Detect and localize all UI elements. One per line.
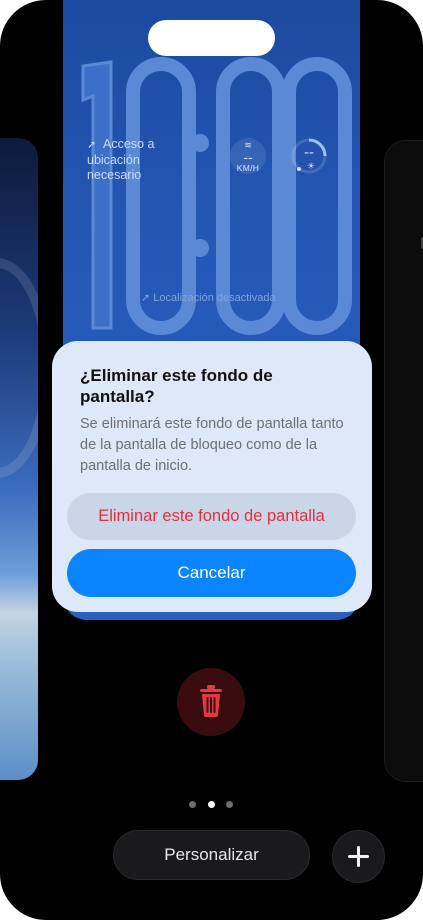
dynamic-island [148,20,275,56]
wind-unit: KM/H [236,163,260,173]
wind-value: -- [243,149,253,165]
delete-wallpaper-trash-button[interactable] [177,668,245,736]
page-dot-3[interactable] [226,801,233,808]
plus-icon [348,846,369,867]
delete-wallpaper-dialog: ¿Eliminar este fondo de pantalla? Se eli… [52,341,372,612]
customize-button[interactable]: Personalizar [113,830,310,880]
dialog-message: Se eliminará este fondo de pantalla tant… [80,416,344,474]
clock-digit-0b [216,57,286,335]
location-off-label: ➚ Localización desactivada [141,291,276,304]
wallpaper-swirl [0,258,38,478]
dialog-title: ¿Eliminar este fondo de pantalla? [80,366,273,406]
phone-screen: ➚ Acceso a ubicación necesario ≋ -- KM/H … [0,0,423,920]
clock-digit-0 [126,57,196,335]
clock-colon-bottom [191,239,209,257]
location-off-icon: ➚ [141,292,154,304]
location-off-text: Localización desactivada [153,292,276,304]
delete-wallpaper-button[interactable]: Eliminar este fondo de pantalla [67,493,356,540]
clock-colon-top [191,134,209,152]
trash-icon [200,685,222,717]
location-arrow-icon: ➚ [87,139,97,151]
page-dot-2-active[interactable] [208,801,215,808]
wallpaper-card-previous[interactable] [0,138,38,780]
page-dot-1[interactable] [189,801,196,808]
location-widget[interactable]: ➚ Acceso a ubicación necesario [87,137,179,183]
sun-icon: ☀ [307,161,316,171]
cancel-button[interactable]: Cancelar [67,549,356,597]
gauge-widget[interactable]: -- ☀ [290,137,328,175]
page-indicator[interactable] [189,801,239,811]
wallpaper-card-next[interactable] [384,140,423,782]
gauge-value: -- [304,144,314,161]
add-wallpaper-button[interactable] [332,830,385,883]
clock-digit-1 [81,60,113,330]
clock-digit-0c [282,57,352,335]
wind-widget[interactable]: ≋ -- KM/H [230,138,266,174]
gauge-dot [297,167,301,171]
